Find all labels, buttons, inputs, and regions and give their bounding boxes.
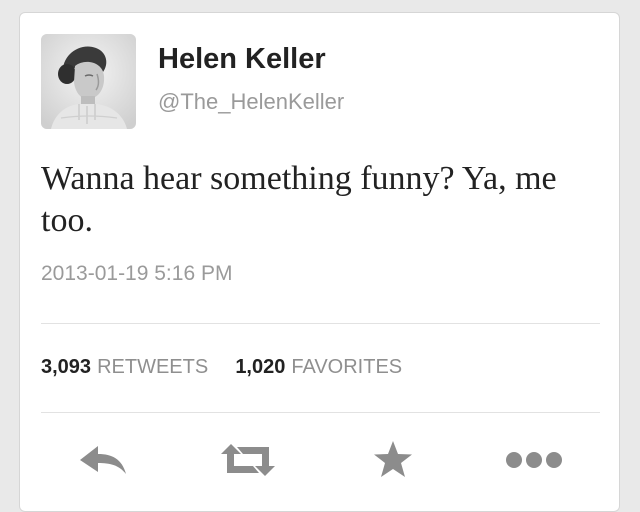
retweet-button[interactable] xyxy=(218,437,278,483)
avatar[interactable] xyxy=(41,34,136,129)
divider xyxy=(41,323,600,324)
more-dots-icon xyxy=(506,452,562,468)
reply-icon xyxy=(80,446,126,474)
author-name[interactable]: Helen Keller xyxy=(158,43,326,76)
tweet-card: Helen Keller @The_HelenKeller Wanna hear… xyxy=(19,12,620,512)
favorite-button[interactable] xyxy=(363,437,423,483)
retweet-count: 3,093 xyxy=(41,356,92,378)
avatar-portrait-icon xyxy=(41,34,136,129)
favorites-stat[interactable]: 1,020 FAVORITES xyxy=(235,356,402,378)
more-button[interactable] xyxy=(504,437,564,483)
tweet-text: Wanna hear something funny? Ya, me too. xyxy=(41,160,557,239)
timestamp[interactable]: 2013-01-19 5:16 PM xyxy=(41,262,232,286)
tweet-stats: 3,093 RETWEETS 1,020 FAVORITES xyxy=(41,356,402,379)
divider xyxy=(41,412,600,413)
reply-button[interactable] xyxy=(73,437,133,483)
retweet-icon xyxy=(221,444,275,476)
favorite-count: 1,020 xyxy=(235,356,286,378)
retweets-stat[interactable]: 3,093 RETWEETS xyxy=(41,356,214,378)
retweet-label: RETWEETS xyxy=(97,356,209,378)
author-handle[interactable]: @The_HelenKeller xyxy=(158,89,344,115)
favorite-label: FAVORITES xyxy=(291,356,403,378)
star-icon xyxy=(374,441,412,477)
